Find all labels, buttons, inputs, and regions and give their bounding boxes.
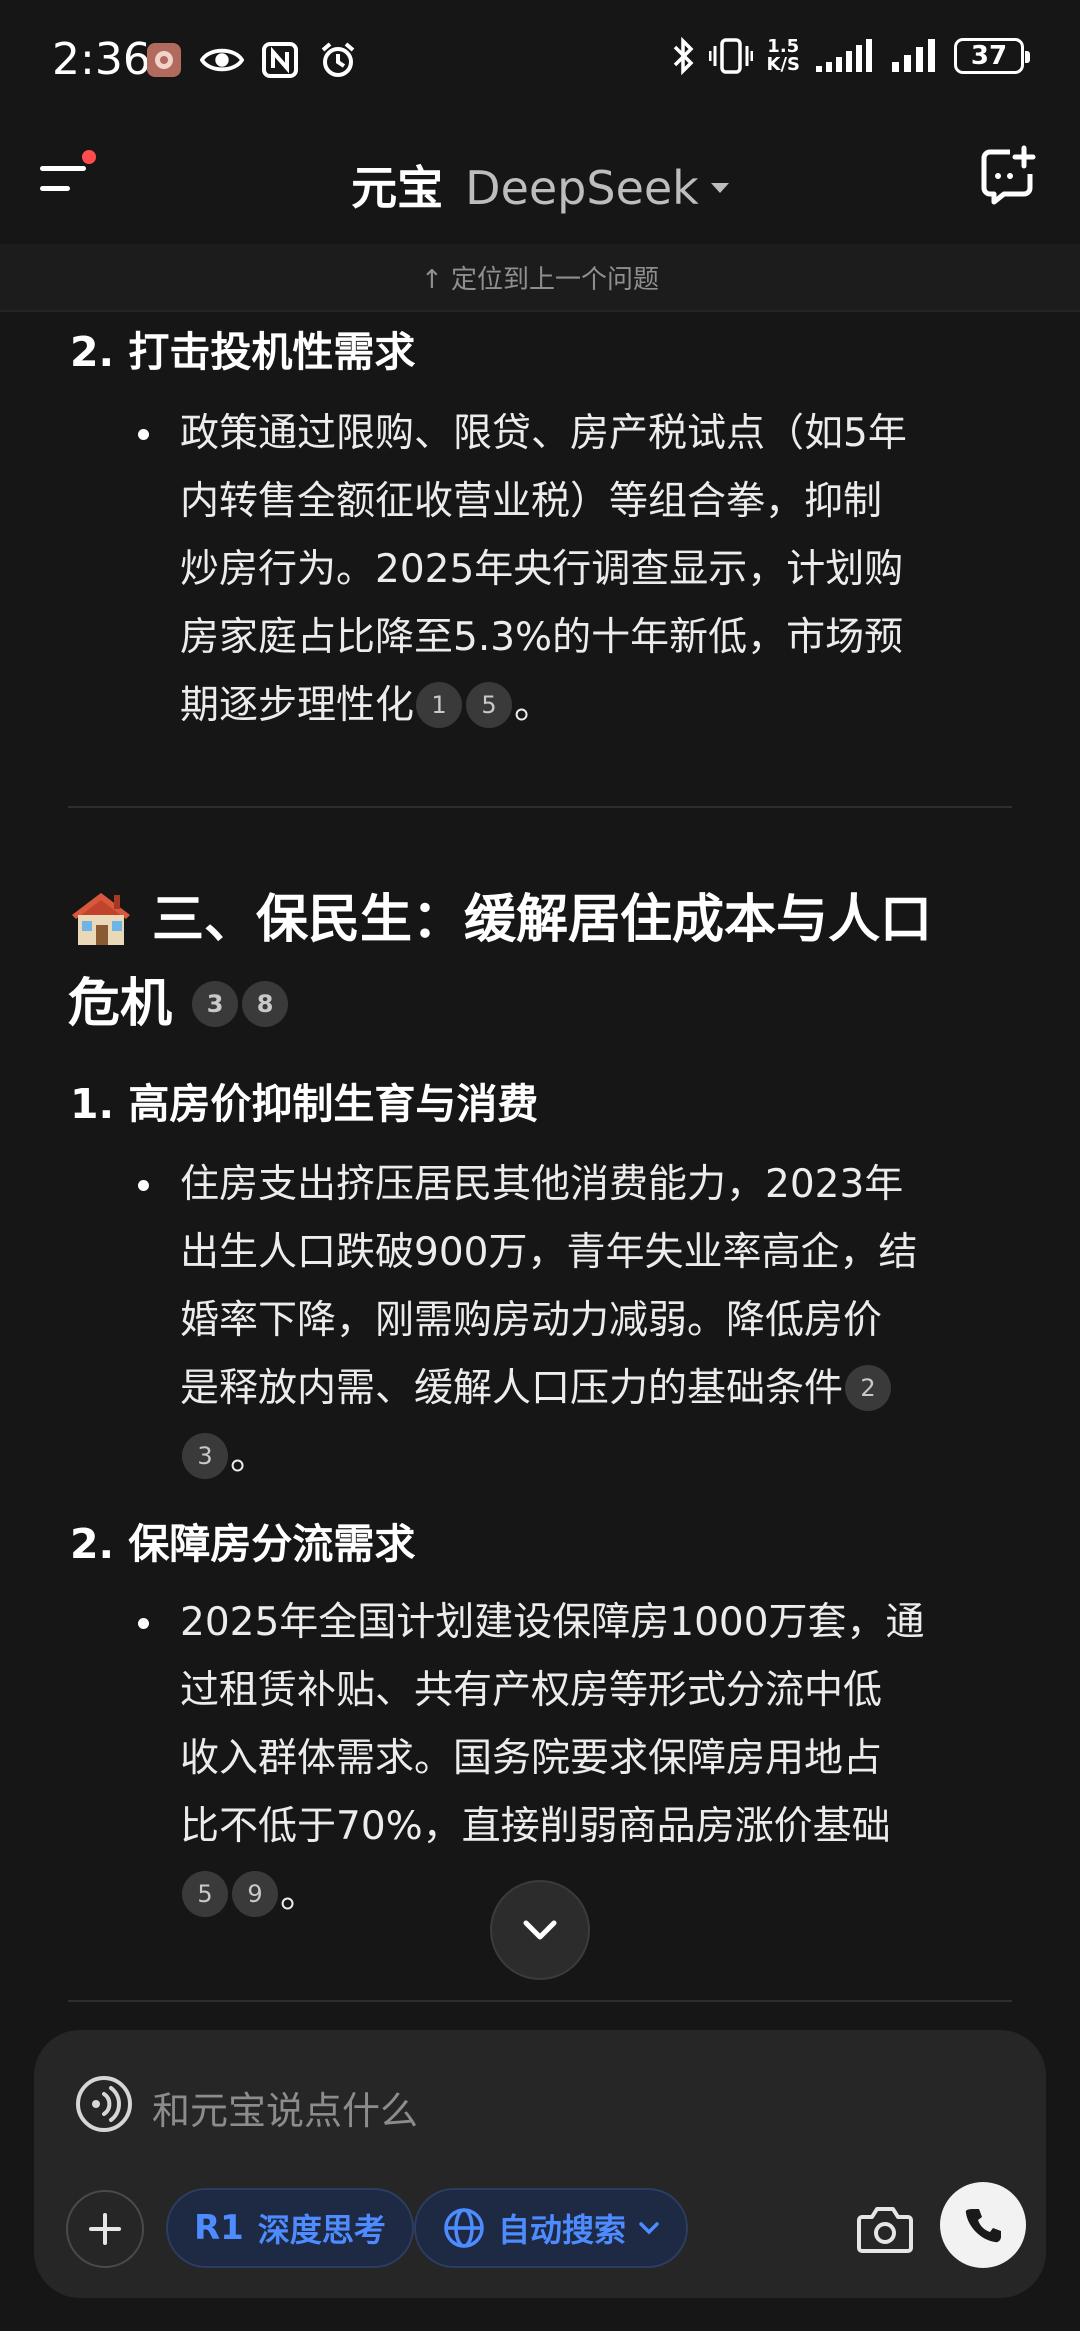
bluetooth-icon — [673, 36, 693, 76]
auto-search-label: 自动搜索 — [498, 2211, 627, 2249]
status-time: 2:36 — [52, 34, 151, 85]
alarm-icon — [316, 38, 360, 82]
add-attachment-button[interactable] — [66, 2190, 144, 2268]
scroll-to-bottom-button[interactable] — [490, 1880, 590, 1980]
status-right-icons: 1.5 K/S 37 — [671, 36, 1030, 76]
paragraph: 2025年全国计划建设保障房1000万套，通 过租赁补贴、共有产权房等形式分流中… — [180, 1600, 925, 1917]
top-app-bar: 元宝 DeepSeek — [0, 120, 1080, 238]
net-speed: 1.5 K/S — [766, 36, 801, 75]
item-heading: 2. 保障房分流需求 — [70, 1520, 416, 1568]
section-divider — [68, 806, 1012, 808]
citation-badge[interactable]: 1 — [416, 681, 463, 728]
model-switcher[interactable]: 元宝 DeepSeek — [0, 152, 1080, 218]
signal-2-icon — [892, 39, 935, 72]
locate-previous-question[interactable]: ↑ 定位到上一个问题 — [0, 244, 1080, 310]
bullet-dot — [138, 429, 149, 440]
new-chat-icon — [981, 145, 1036, 205]
section-heading: 三、保民生：缓解居住成本与人口 危机 38 — [68, 878, 1028, 1046]
paragraph: 政策通过限购、限贷、房产税试点（如5年 内转售全额征收营业税）等组合拳，抑制 炒… — [180, 411, 907, 728]
app-screen: 2:36 1.5 K/S 37 元宝 DeepSeek ↑ 定位到上一个问题 2… — [0, 0, 1080, 2331]
message-input[interactable]: 和元宝说点什么 — [152, 2080, 418, 2135]
nfc-icon — [258, 38, 302, 82]
citation-badge[interactable]: 2 — [845, 1364, 892, 1411]
paragraph: 住房支出挤压居民其他消费能力，2023年 出生人口跌破900万，青年失业率高企，… — [180, 1162, 918, 1479]
voice-input-icon[interactable] — [74, 2074, 134, 2134]
plus-icon — [89, 2213, 121, 2245]
camera-button[interactable] — [846, 2190, 924, 2268]
vibrate-icon — [708, 38, 753, 74]
r1-badge: R1 — [194, 2208, 244, 2248]
chevron-down-icon — [523, 1920, 557, 1940]
status-bar: 2:36 1.5 K/S 37 — [0, 0, 1080, 120]
phone-icon — [965, 2209, 1001, 2243]
model-name: DeepSeek — [465, 161, 699, 215]
eye-icon — [200, 38, 244, 82]
voice-call-button[interactable] — [940, 2182, 1026, 2268]
auto-search-dropdown[interactable]: 自动搜索 — [414, 2188, 689, 2268]
status-left-icons — [142, 38, 360, 82]
new-chat-button[interactable] — [976, 144, 1040, 208]
citation-badge[interactable]: 3 — [192, 981, 239, 1027]
battery-indicator: 37 — [954, 38, 1030, 74]
item-heading: 1. 高房价抑制生育与消费 — [70, 1080, 539, 1128]
app-name: 元宝 — [351, 161, 444, 215]
citation-badge[interactable]: 3 — [182, 1432, 228, 1479]
signal-1-icon — [816, 39, 872, 72]
section-divider — [68, 2000, 1012, 2002]
chevron-down-icon — [639, 2222, 659, 2235]
house-icon — [72, 893, 130, 945]
chat-message-area[interactable]: 2. 打击投机性需求 政策通过限购、限贷、房产税试点（如5年 内转售全额征收营业… — [0, 312, 1080, 2032]
deep-think-label: 深度思考 — [257, 2211, 386, 2249]
bullet-dot — [138, 1618, 149, 1629]
bullet-dot — [138, 1180, 149, 1191]
item-heading: 2. 打击投机性需求 — [70, 328, 416, 376]
app-notification-icon — [142, 38, 186, 82]
globe-icon — [444, 2208, 484, 2248]
caret-down-icon — [710, 182, 729, 193]
deep-think-toggle[interactable]: R1 深度思考 — [166, 2188, 414, 2268]
citation-badge[interactable]: 9 — [232, 1870, 278, 1917]
camera-icon — [857, 2207, 913, 2253]
citation-badge[interactable]: 5 — [182, 1870, 228, 1917]
citation-badge[interactable]: 5 — [466, 681, 513, 728]
message-composer: 和元宝说点什么 R1 深度思考 自动搜索 — [34, 2030, 1046, 2298]
citation-badge[interactable]: 8 — [242, 981, 289, 1027]
